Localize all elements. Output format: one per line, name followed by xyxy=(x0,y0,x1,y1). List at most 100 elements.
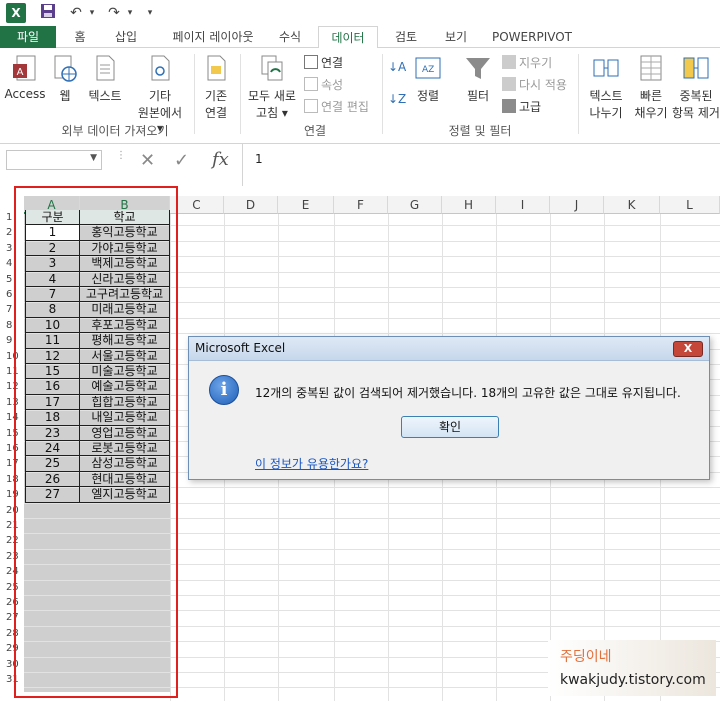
properties-button[interactable]: 속성 xyxy=(304,76,343,94)
tab-view[interactable]: 보기 xyxy=(438,26,474,48)
web-label: 웹 xyxy=(59,89,71,103)
watermark: 주딩이네 kwakjudy.tistory.com xyxy=(548,640,716,696)
tab-powerpivot[interactable]: POWERPIVOT xyxy=(490,26,574,48)
cancel-icon[interactable]: ✕ xyxy=(140,150,155,171)
tab-page-layout[interactable]: 페이지 레이아웃 xyxy=(158,26,268,48)
column-header-j[interactable]: J xyxy=(550,196,604,214)
other-sources-label-1: 기타 xyxy=(148,89,172,103)
group-label-connections: 연결 xyxy=(303,124,327,138)
tab-formulas[interactable]: 수식 xyxy=(272,26,308,48)
access-icon: A xyxy=(13,55,36,81)
dialog-message: 12개의 중복된 값이 검색되어 제거했습니다. 18개의 고유한 값은 그대로… xyxy=(255,386,681,400)
text-to-columns-label-1: 텍스트 xyxy=(589,89,623,103)
ribbon: A Access 웹 텍스트 기타 원본에서 ▾ 외부 데이터 가져오기 기존 … xyxy=(0,48,720,144)
edit-links-button[interactable]: 연결 편집 xyxy=(304,98,369,116)
refresh-icon xyxy=(261,55,283,81)
access-button[interactable]: A Access xyxy=(4,54,46,101)
connections-icon xyxy=(304,55,318,69)
connections-button[interactable]: 연결 xyxy=(304,54,343,72)
ribbon-separator xyxy=(578,54,579,134)
advanced-label: 고급 xyxy=(519,100,542,114)
properties-label: 속성 xyxy=(321,78,344,92)
ribbon-separator xyxy=(382,54,383,134)
clear-label: 지우기 xyxy=(519,56,553,70)
tab-file[interactable]: 파일 xyxy=(0,26,56,48)
text-to-columns-button[interactable]: 텍스트 나누기 xyxy=(584,54,628,121)
column-header-k[interactable]: K xyxy=(604,196,660,214)
remove-duplicates-label-1: 중복된 xyxy=(679,89,713,103)
sort-label: 정렬 xyxy=(416,89,440,103)
sort-asc-button[interactable]: ↓A xyxy=(388,58,406,76)
column-header-i[interactable]: I xyxy=(496,196,550,214)
formula-bar-dots-icon: ⋮ xyxy=(116,150,126,161)
reapply-button[interactable]: 다시 적용 xyxy=(502,76,567,94)
flash-fill-icon xyxy=(640,55,662,81)
sort-button[interactable]: AZ 정렬 xyxy=(410,54,446,104)
redo-dropdown-icon[interactable]: ▾ xyxy=(120,3,140,23)
info-icon: i xyxy=(209,375,239,405)
filter-button[interactable]: 필터 xyxy=(460,54,496,104)
refresh-all-button[interactable]: 모두 새로 고침 ▾ xyxy=(244,54,300,121)
highlight-box xyxy=(14,186,178,698)
close-button[interactable]: X xyxy=(673,341,703,357)
tab-insert[interactable]: 삽입 xyxy=(106,26,146,48)
undo-dropdown-icon[interactable]: ▾ xyxy=(82,3,102,23)
remove-duplicates-button[interactable]: 중복된 항목 제거 xyxy=(672,54,720,121)
existing-connections-icon xyxy=(207,55,226,81)
tab-data[interactable]: 데이터 xyxy=(318,26,378,49)
advanced-filter-button[interactable]: 고급 xyxy=(502,98,541,116)
connections-label: 연결 xyxy=(321,56,344,70)
ribbon-separator xyxy=(194,54,195,134)
group-label-external: 외부 데이터 가져오기 xyxy=(61,124,169,138)
name-box[interactable]: ▼ xyxy=(6,150,102,170)
enter-icon[interactable]: ✓ xyxy=(174,150,189,171)
column-header-l[interactable]: L xyxy=(660,196,720,214)
name-box-dropdown-icon[interactable]: ▼ xyxy=(90,153,97,163)
formula-input[interactable]: 1 xyxy=(242,144,720,186)
from-text-label: 텍스트 xyxy=(88,89,122,103)
ok-button[interactable]: 확인 xyxy=(401,416,499,438)
message-dialog: Microsoft Excel X i 12개의 중복된 값이 검색되어 제거했… xyxy=(188,336,710,480)
filter-label: 필터 xyxy=(466,89,490,103)
flash-fill-label-1: 빠른 xyxy=(639,89,663,103)
dialog-title: Microsoft Excel xyxy=(195,341,286,355)
remove-duplicates-label-2: 항목 제거 xyxy=(672,106,720,120)
sort-dialog-icon: AZ xyxy=(415,57,441,79)
web-button[interactable]: 웹 xyxy=(50,54,80,104)
customize-qat-icon[interactable]: ▾ xyxy=(140,3,160,23)
sort-desc-icon: ↓Z xyxy=(388,92,407,106)
ribbon-tabs: 파일 홈 삽입 페이지 레이아웃 수식 데이터 검토 보기 POWERPIVOT xyxy=(0,26,720,49)
column-header-g[interactable]: G xyxy=(388,196,442,214)
help-link[interactable]: 이 정보가 유용한가요? xyxy=(255,455,368,472)
quick-access-toolbar: X ↶ ▾ ↷ ▾ ▾ xyxy=(0,0,720,26)
excel-logo-icon: X xyxy=(6,3,26,23)
flash-fill-button[interactable]: 빠른 채우기 xyxy=(630,54,672,121)
refresh-label-2: 고침 ▾ xyxy=(256,106,288,120)
from-text-button[interactable]: 텍스트 xyxy=(84,54,126,104)
sort-desc-button[interactable]: ↓Z xyxy=(388,90,406,108)
clear-button[interactable]: 지우기 xyxy=(502,54,552,72)
existing-label-1: 기존 xyxy=(204,89,228,103)
text-to-columns-label-2: 나누기 xyxy=(589,106,623,120)
access-label: Access xyxy=(4,87,46,101)
column-header-e[interactable]: E xyxy=(278,196,334,214)
column-header-c[interactable]: C xyxy=(170,196,224,214)
column-header-h[interactable]: H xyxy=(442,196,496,214)
text-to-columns-icon xyxy=(593,59,619,77)
properties-icon xyxy=(304,77,318,91)
tab-home[interactable]: 홈 xyxy=(66,26,94,48)
edit-links-icon xyxy=(304,99,318,113)
column-header-f[interactable]: F xyxy=(334,196,388,214)
column-header-d[interactable]: D xyxy=(224,196,278,214)
insert-function-icon[interactable]: fx xyxy=(212,149,229,170)
filter-icon xyxy=(466,58,490,79)
watermark-url: kwakjudy.tistory.com xyxy=(560,672,706,688)
save-icon[interactable] xyxy=(38,3,58,23)
other-sources-icon xyxy=(151,55,170,81)
tab-review[interactable]: 검토 xyxy=(388,26,424,48)
refresh-label-1: 모두 새로 xyxy=(248,89,296,103)
formula-bar: ▼ ⋮ ✕ ✓ fx 1 xyxy=(0,144,720,186)
existing-connections-button[interactable]: 기존 연결 xyxy=(196,54,236,121)
ribbon-separator xyxy=(240,54,241,134)
web-icon xyxy=(54,55,77,82)
